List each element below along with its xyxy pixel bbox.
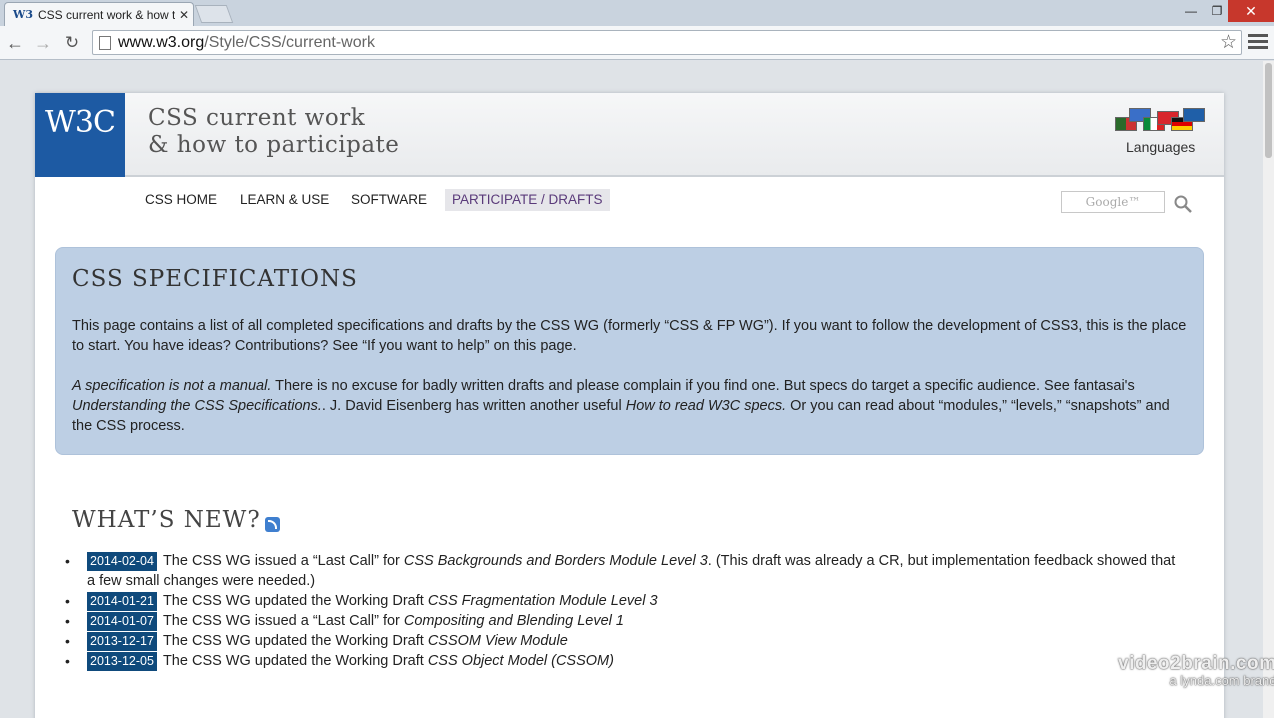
search-input[interactable]: Google™	[1061, 191, 1165, 213]
list-item: 2014-02-04 The CSS WG issued a “Last Call…	[65, 551, 1185, 591]
bookmark-star-icon[interactable]: ☆	[1220, 31, 1237, 54]
date-badge: 2014-01-21	[87, 592, 157, 611]
site-title: CSS current work & how to participate	[148, 105, 399, 159]
nav-software[interactable]: SOFTWARE	[344, 189, 434, 211]
reload-icon[interactable]: ↻	[60, 31, 84, 55]
site-title-line1: CSS current work	[148, 105, 366, 131]
date-badge: 2013-12-05	[87, 652, 157, 671]
date-badge: 2014-01-07	[87, 612, 157, 631]
date-badge: 2013-12-17	[87, 632, 157, 651]
tab-title: CSS current work & how t	[38, 7, 175, 22]
page-container: W3C CSS current work & how to participat…	[35, 93, 1224, 718]
tab-strip: W3 CSS current work & how t ✕ — ❐ ✕	[0, 0, 1274, 26]
main-nav: CSS HOME LEARN & USE SOFTWARE PARTICIPAT…	[35, 187, 1224, 215]
date-badge: 2014-02-04	[87, 552, 157, 571]
nav-css-home[interactable]: CSS HOME	[138, 189, 224, 211]
list-item: 2014-01-07 The CSS WG issued a “Last Call…	[65, 611, 1185, 631]
url-path: /Style/CSS/current-work	[204, 33, 375, 51]
list-item: 2014-01-21 The CSS WG updated the Working…	[65, 591, 1185, 611]
url-domain: www.w3.org	[118, 33, 205, 51]
news-text: The CSS WG issued a “Last Call” for	[162, 553, 404, 569]
news-link[interactable]: CSS Fragmentation Module Level 3	[428, 593, 658, 609]
news-list: 2014-02-04 The CSS WG issued a “Last Call…	[65, 551, 1185, 671]
specifications-heading: CSS SPECIFICATIONS	[72, 266, 358, 292]
understanding-specs-link[interactable]: Understanding the CSS Specifications.	[72, 398, 322, 414]
note-text-a: There is no excuse for badly written dra…	[271, 378, 1135, 394]
whats-new-title: WHAT’S NEW?	[72, 507, 261, 533]
news-link[interactable]: CSS Object Model (CSSOM)	[428, 653, 614, 669]
rss-feed-icon[interactable]	[264, 516, 280, 532]
browser-tab[interactable]: W3 CSS current work & how t ✕	[4, 2, 194, 26]
back-arrow-icon[interactable]: ←	[3, 31, 27, 55]
news-text: The CSS WG updated the Working Draft	[162, 653, 428, 669]
flag-icon	[1183, 108, 1205, 122]
forward-arrow-icon[interactable]: →	[31, 31, 55, 55]
w3c-logo[interactable]: W3C	[35, 93, 125, 177]
nav-learn-use[interactable]: LEARN & USE	[233, 189, 336, 211]
language-flags[interactable]	[1115, 108, 1205, 135]
vertical-scrollbar[interactable]	[1263, 61, 1274, 718]
site-title-line2: & how to participate	[148, 132, 400, 158]
list-item: 2013-12-17 The CSS WG updated the Working…	[65, 631, 1185, 651]
note-em-1: A specification is not a manual.	[72, 378, 272, 394]
tab-close-icon[interactable]: ✕	[175, 8, 193, 22]
news-text: The CSS WG issued a “Last Call” for	[162, 613, 404, 629]
news-link[interactable]: CSSOM View Module	[428, 633, 568, 649]
languages-label[interactable]: Languages	[1126, 139, 1195, 155]
news-text: The CSS WG updated the Working Draft	[162, 633, 428, 649]
specifications-panel: CSS SPECIFICATIONS This page contains a …	[55, 247, 1204, 455]
search-icon[interactable]	[1173, 194, 1193, 214]
page-viewport: W3C CSS current work & how to participat…	[0, 61, 1274, 718]
specifications-note: A specification is not a manual. There i…	[72, 376, 1187, 436]
specifications-intro: This page contains a list of all complet…	[72, 318, 1187, 354]
page-icon	[99, 35, 111, 50]
note-text-b: . J. David Eisenberg has written another…	[321, 398, 626, 414]
site-header: W3C CSS current work & how to participat…	[35, 93, 1224, 177]
address-bar[interactable]: www.w3.org/Style/CSS/current-work ☆	[92, 30, 1242, 55]
watermark-brand: video2brain.com	[1118, 653, 1274, 674]
scrollbar-thumb[interactable]	[1265, 63, 1272, 158]
close-window-button[interactable]: ✕	[1228, 0, 1274, 22]
how-to-read-link[interactable]: How to read W3C specs.	[626, 398, 786, 414]
video2brain-watermark: video2brain.com a lynda.com brand	[1118, 653, 1274, 688]
browser-toolbar: ← → ↻ www.w3.org/Style/CSS/current-work …	[0, 26, 1274, 60]
w3c-favicon-icon: W3	[13, 8, 34, 21]
whats-new-heading: WHAT’S NEW?	[72, 507, 280, 533]
new-tab-button[interactable]	[194, 5, 234, 23]
list-item: 2013-12-05 The CSS WG updated the Working…	[65, 651, 1185, 671]
watermark-sub: a lynda.com brand	[1169, 673, 1274, 688]
news-link[interactable]: CSS Backgrounds and Borders Module Level…	[404, 553, 708, 569]
news-text: The CSS WG updated the Working Draft	[162, 593, 428, 609]
menu-icon[interactable]	[1248, 34, 1268, 52]
nav-participate-drafts[interactable]: PARTICIPATE / DRAFTS	[445, 189, 610, 211]
news-link[interactable]: Compositing and Blending Level 1	[404, 613, 624, 629]
